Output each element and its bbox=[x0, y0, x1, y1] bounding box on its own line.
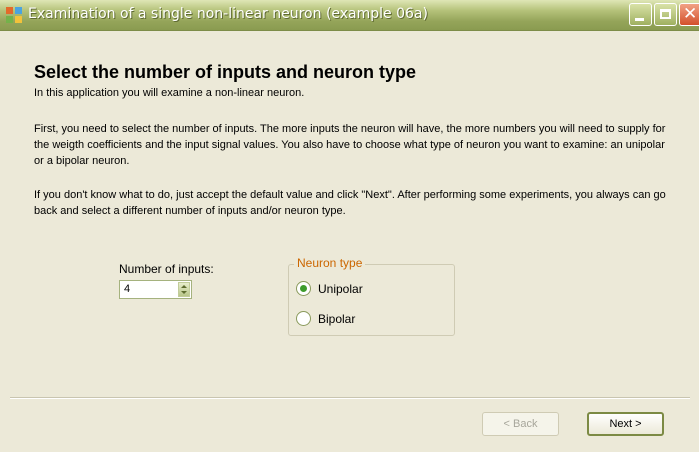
radio-selected-dot bbox=[300, 285, 307, 292]
window-title: Examination of a single non-linear neuro… bbox=[28, 6, 428, 22]
neuron-type-group bbox=[288, 264, 455, 336]
wizard-window: Examination of a single non-linear neuro… bbox=[0, 0, 699, 452]
minimize-icon bbox=[635, 18, 644, 21]
instructions-paragraph-2: If you don't know what to do, just accep… bbox=[34, 189, 666, 217]
maximize-icon bbox=[660, 9, 671, 19]
number-of-inputs-stepper[interactable]: 4 bbox=[119, 280, 192, 299]
footer-divider bbox=[10, 397, 690, 399]
title-bar[interactable]: Examination of a single non-linear neuro… bbox=[0, 0, 699, 31]
bipolar-label[interactable]: Bipolar bbox=[318, 312, 355, 326]
stepper-buttons[interactable] bbox=[178, 282, 190, 297]
unipolar-radio[interactable] bbox=[296, 281, 311, 296]
unipolar-label[interactable]: Unipolar bbox=[318, 282, 363, 296]
maximize-button[interactable] bbox=[654, 3, 677, 26]
close-button[interactable]: ✕ bbox=[679, 3, 699, 26]
number-of-inputs-value[interactable]: 4 bbox=[124, 283, 130, 295]
spin-up-icon[interactable] bbox=[181, 285, 187, 288]
bipolar-radio[interactable] bbox=[296, 311, 311, 326]
spin-down-icon[interactable] bbox=[181, 291, 187, 294]
back-button[interactable]: < Back bbox=[482, 412, 559, 436]
minimize-button[interactable] bbox=[629, 3, 652, 26]
number-of-inputs-label: Number of inputs: bbox=[119, 262, 214, 276]
page-title: Select the number of inputs and neuron t… bbox=[34, 62, 417, 82]
instructions-paragraph-1: First, you need to select the number of … bbox=[34, 123, 666, 167]
neuron-type-legend: Neuron type bbox=[294, 256, 366, 270]
close-icon: ✕ bbox=[683, 4, 698, 24]
app-icon[interactable] bbox=[6, 7, 22, 23]
next-button[interactable]: Next > bbox=[587, 412, 664, 436]
intro-text: In this application you will examine a n… bbox=[34, 87, 305, 99]
